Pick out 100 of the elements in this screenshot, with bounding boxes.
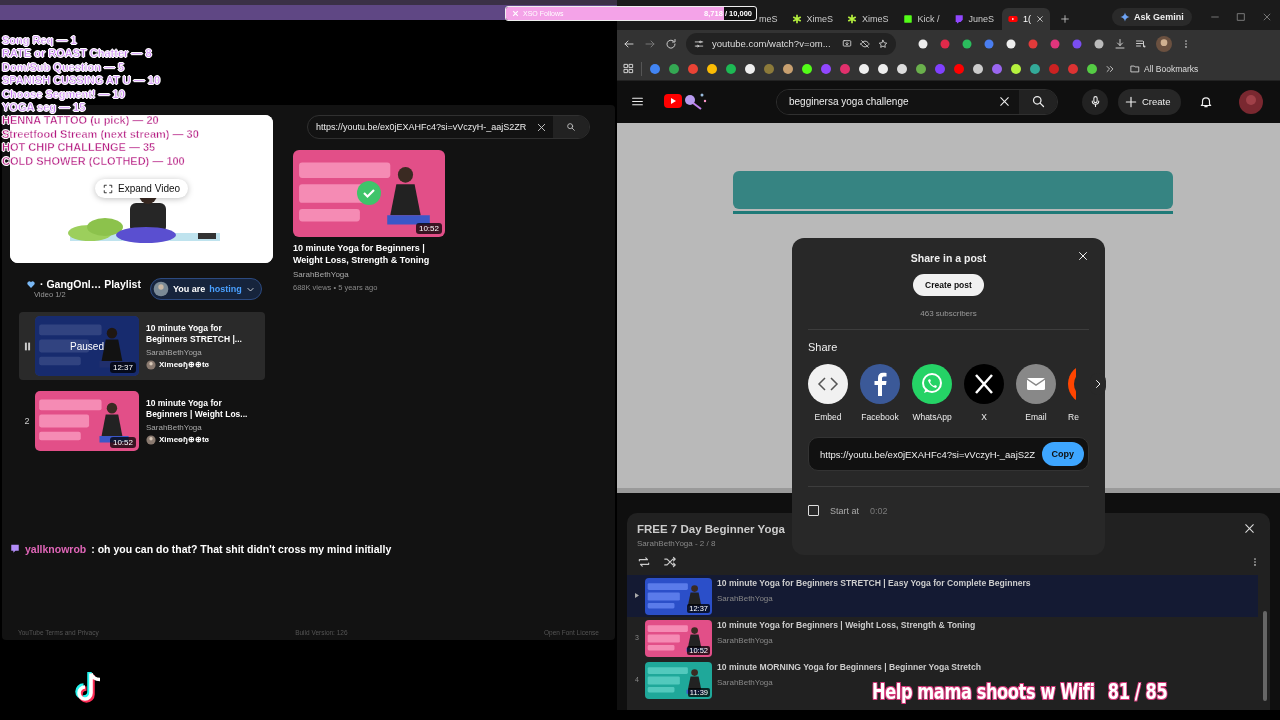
site-icon[interactable]: [706, 62, 718, 75]
browser-tab[interactable]: XimeS: [841, 7, 895, 30]
site-icon[interactable]: [896, 62, 908, 75]
video-title[interactable]: 10 minute MORNING Yoga for Beginners | Beginner Yoga Stretch: [717, 662, 981, 672]
app-icon[interactable]: [917, 37, 929, 50]
video-title[interactable]: 10 minute Yoga for Beginners | Weight Loss, Strength & Toning: [717, 620, 976, 630]
channel-name: SarahBethYoga: [717, 678, 774, 687]
apps-icon[interactable]: [623, 63, 634, 75]
site-icon[interactable]: [1086, 62, 1098, 75]
checkbox[interactable]: [808, 505, 819, 516]
caption-count: 81 / 85: [1107, 678, 1168, 706]
email-icon: [1016, 364, 1056, 404]
share-heading: Share: [808, 341, 839, 353]
chat-message: : oh you can do that? That shit didn't cross my mind initially: [91, 543, 392, 555]
loop-icon[interactable]: [637, 555, 651, 569]
video-title[interactable]: 10 minute Yoga for Beginners STRETCH | Easy Yoga for Complete Beginners: [717, 578, 1031, 588]
browser-tab[interactable]: JuneS: [947, 7, 1001, 30]
download-icon[interactable]: [1114, 37, 1126, 50]
plus-icon: [1124, 94, 1138, 109]
ask-gemini-button[interactable]: Ask Gemini: [1112, 7, 1192, 26]
share-option[interactable]: Email: [1016, 364, 1056, 422]
video-title: 10 minute Yoga for Beginners | Weight Loss, Strength & Toning: [293, 242, 431, 266]
browser-tab[interactable]: Kick /: [896, 7, 946, 30]
hosting-button[interactable]: You are hosting: [150, 278, 262, 300]
voice-search-button[interactable]: [1082, 88, 1108, 115]
shuffle-icon[interactable]: [663, 555, 677, 569]
site-icon[interactable]: [782, 62, 794, 75]
video-duration: 10:52: [109, 437, 136, 448]
profile-avatar[interactable]: [1156, 35, 1172, 52]
maximize-icon[interactable]: [1235, 11, 1246, 22]
share-option[interactable]: Facebook: [860, 364, 900, 422]
channel-name: SarahBethYoga: [717, 636, 774, 645]
channel-name: SarahBethYoga: [146, 347, 203, 357]
chat-username: yallknowrob: [25, 543, 87, 555]
app-icon[interactable]: [1093, 37, 1105, 50]
chevrons-icon[interactable]: [1105, 63, 1115, 74]
reload-icon[interactable]: [665, 37, 677, 50]
bell-icon[interactable]: [1198, 94, 1213, 109]
site-icon[interactable]: [972, 62, 984, 75]
x-icon: [964, 364, 1004, 404]
queue-item[interactable]: 2 10:52 10 minute Yoga for Beginners | Weight Los... SarahBethYoga Ximeѳɧ⊕⊕tɞ: [19, 387, 265, 455]
profile-avatar[interactable]: [1238, 89, 1263, 114]
all-bookmarks-button[interactable]: All Bookmarks: [1130, 63, 1199, 74]
create-post-button[interactable]: Create post: [913, 274, 984, 296]
site-icon[interactable]: [725, 62, 737, 75]
share-option[interactable]: X: [964, 364, 1004, 422]
heart-icon: [26, 279, 36, 289]
site-icon[interactable]: [877, 62, 889, 75]
channel-name: SarahBethYoga: [146, 422, 203, 432]
reward-item: Choose Segment! — 10: [2, 87, 126, 102]
create-button[interactable]: Create: [1118, 88, 1181, 115]
close-icon[interactable]: [1036, 14, 1045, 23]
expand-icon: [103, 183, 113, 194]
video-title: 10 minute Yoga for Beginners | Weight Los...: [146, 397, 249, 420]
address-bar[interactable]: youtube.com/watch?v=om...: [686, 32, 896, 55]
folder-icon: [1130, 63, 1140, 74]
close-icon[interactable]: [1077, 250, 1089, 262]
share-url-field[interactable]: https://youtu.be/ex0jEXAHFc4?si=vVczyH-_aajS2Z Copy: [808, 437, 1089, 471]
reward-item: SPANISH CUSSING AT U — 10: [2, 74, 162, 88]
playlist-subtitle: SarahBethYoga - 2 / 8: [637, 539, 717, 548]
playlist-icon[interactable]: [1135, 37, 1147, 50]
channel-name: SarahBethYoga: [293, 270, 350, 279]
star-icon[interactable]: [878, 38, 888, 49]
copy-button[interactable]: Copy: [1041, 442, 1084, 466]
eye-off-icon[interactable]: [860, 38, 870, 49]
now-playing-icon: [634, 592, 640, 599]
install-icon[interactable]: [842, 38, 852, 49]
close-icon[interactable]: [1243, 522, 1256, 535]
tab-icon: [1008, 13, 1019, 24]
site-icon[interactable]: [858, 62, 870, 75]
search-icon: [566, 122, 576, 132]
site-icon[interactable]: [744, 62, 756, 75]
app-icon[interactable]: [1005, 37, 1017, 50]
queue-item[interactable]: Paused 12:37 10 minute Yoga for Beginners STRETCH |... SarahBethYoga Ximeѳɧ⊕⊕tɞ: [19, 312, 265, 380]
paused-label: Paused: [70, 340, 104, 352]
tune-icon: [694, 38, 704, 49]
search-button[interactable]: [553, 116, 589, 138]
queue-index: 2: [24, 416, 30, 426]
share-option[interactable]: WhatsApp: [912, 364, 952, 422]
embed-icon: [808, 364, 848, 404]
browser-tab[interactable]: meS: [753, 7, 784, 30]
app-icon[interactable]: [961, 37, 973, 50]
video-duration: 10:52: [415, 223, 442, 234]
expand-video-button[interactable]: Expand Video: [95, 179, 189, 198]
site-icon[interactable]: [1010, 62, 1022, 75]
start-time: 0:02: [870, 505, 888, 516]
share-option[interactable]: Embed: [808, 364, 848, 422]
tab-icon: [847, 13, 858, 24]
browser-tab[interactable]: 1(: [1002, 7, 1051, 30]
pause-icon: [23, 341, 31, 351]
browser-tab[interactable]: XimeS: [785, 7, 840, 30]
site-icon[interactable]: [801, 62, 813, 75]
clear-icon[interactable]: [536, 121, 547, 133]
site-icon[interactable]: [915, 62, 927, 75]
dialog-title: Share in a post: [910, 252, 987, 264]
site-icon[interactable]: [1029, 62, 1041, 75]
new-tab-icon[interactable]: [1060, 13, 1071, 24]
added-by-name: Ximeѳɧ⊕⊕tɞ: [159, 435, 210, 444]
chat-bubble-icon: [10, 544, 20, 554]
tab-icon: [791, 13, 802, 24]
